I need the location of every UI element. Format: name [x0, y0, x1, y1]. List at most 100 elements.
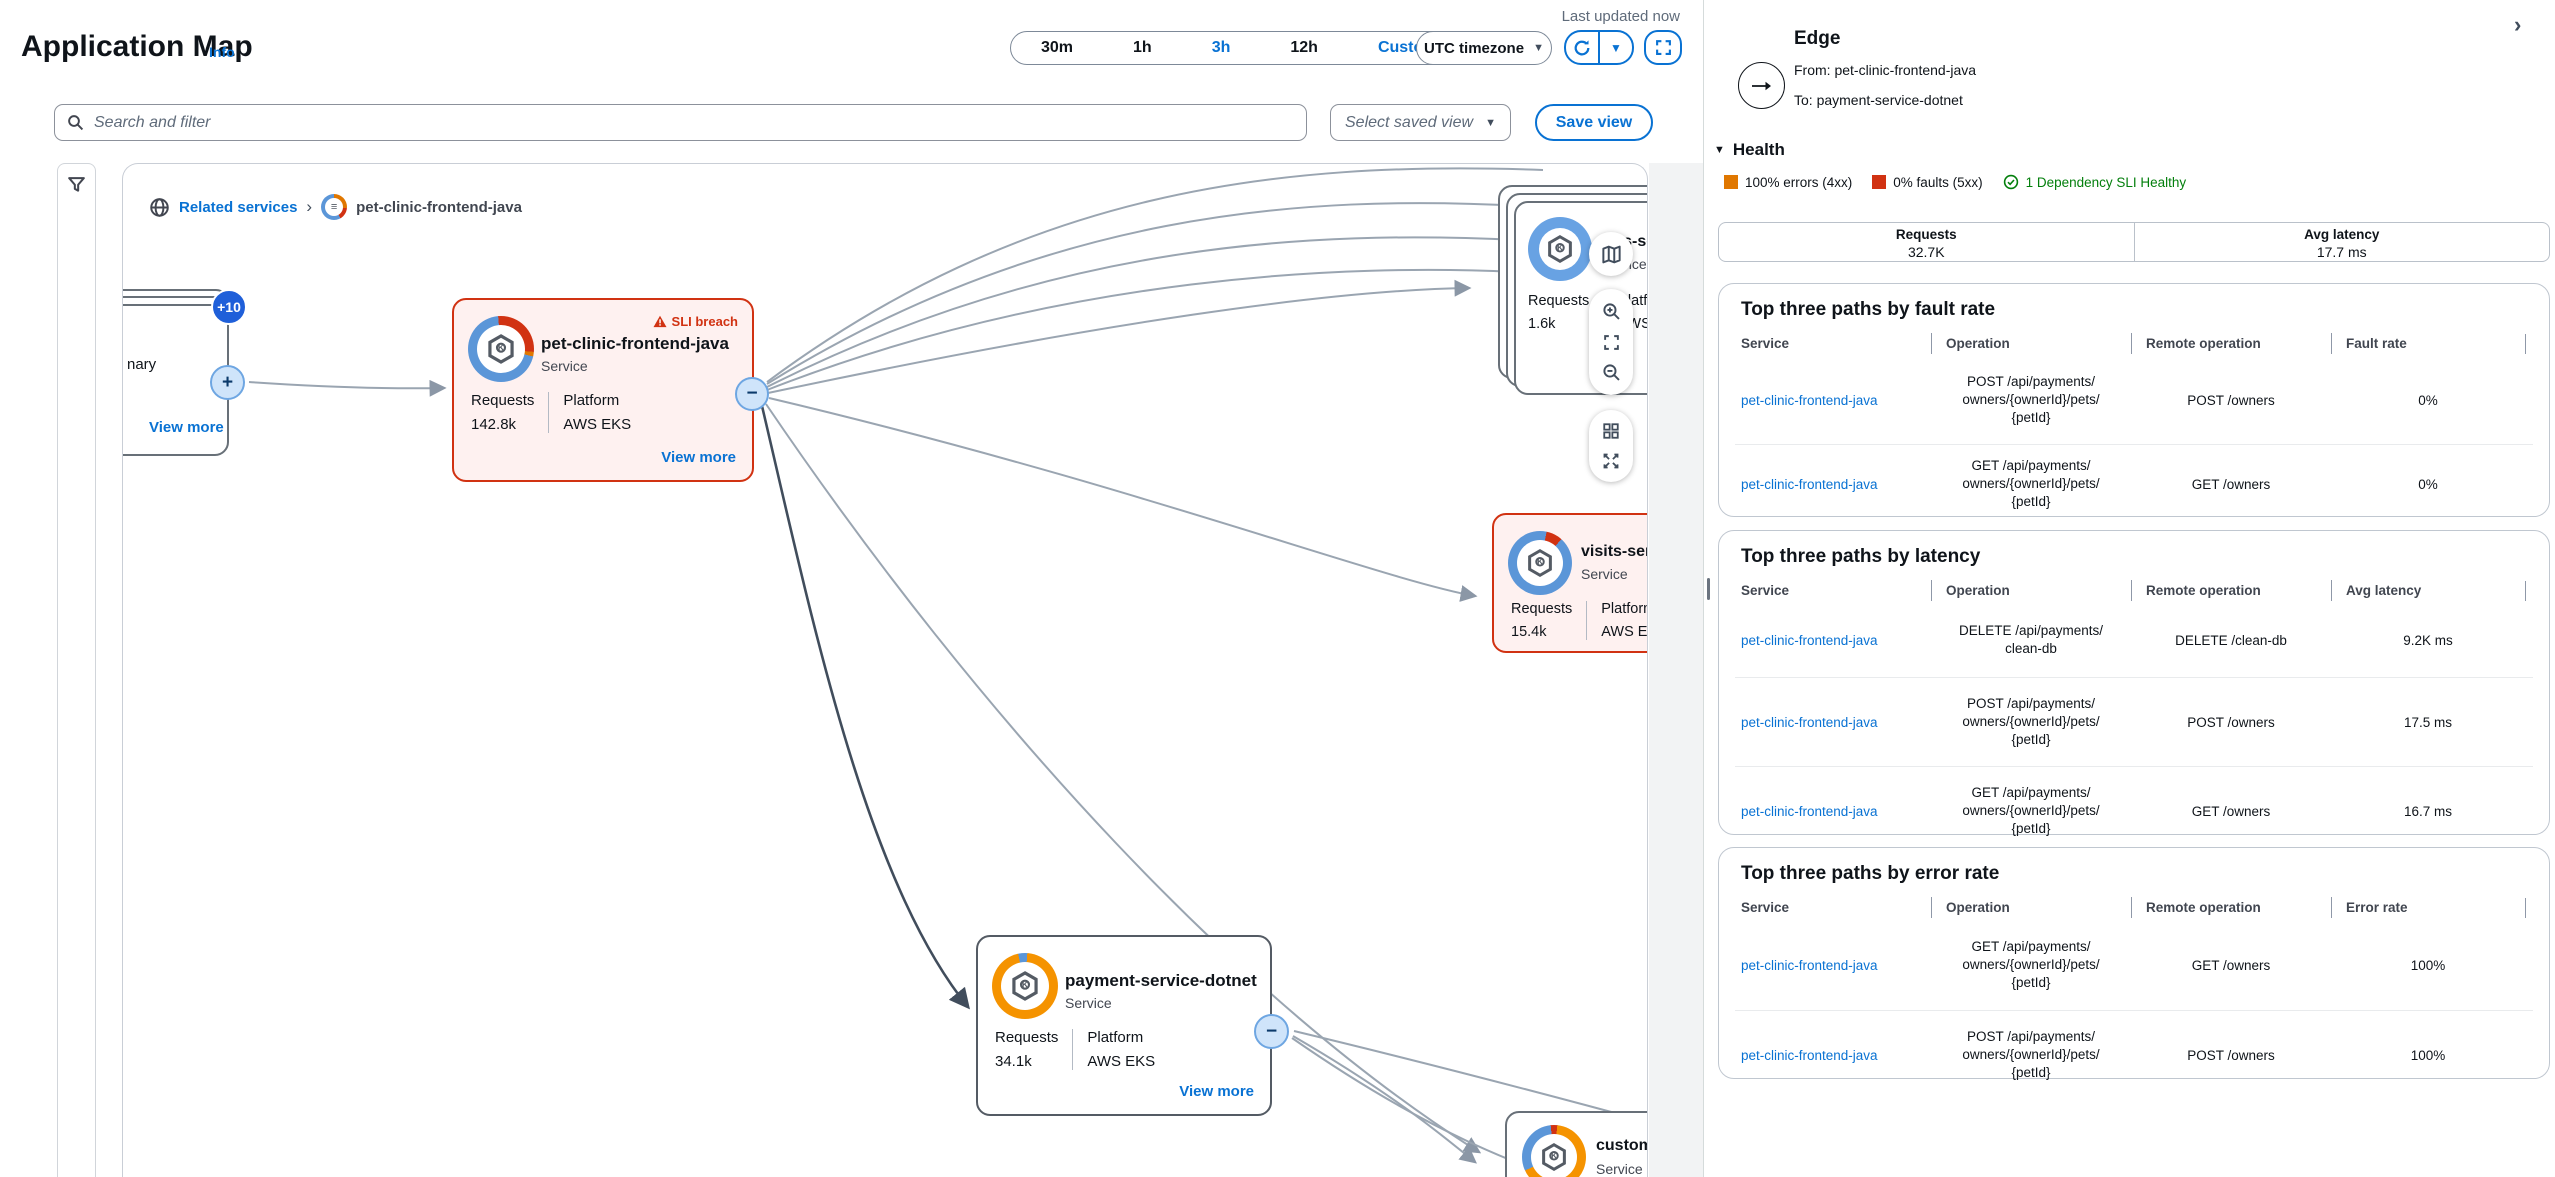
eks-icon: K: [1545, 234, 1575, 264]
health-title: Health: [1733, 140, 1785, 160]
svg-text:K: K: [498, 343, 505, 353]
save-view-button[interactable]: Save view: [1535, 104, 1653, 141]
svg-text:K: K: [1551, 1152, 1557, 1161]
header-trailing-divider: [2525, 581, 2535, 601]
breadcrumb-current: pet-clinic-frontend-java: [356, 199, 522, 216]
platform-label: Platform: [1087, 1029, 1155, 1046]
node-type: Service: [1065, 995, 1112, 1011]
breadcrumb-related-services[interactable]: Related services: [179, 199, 297, 216]
avg-latency-cell: 9.2K ms: [2331, 633, 2525, 648]
edge-details-panel: › Edge From: pet-clinic-frontend-java To…: [1703, 0, 2555, 1177]
platform-label: Platform: [563, 392, 631, 409]
requests-label: Requests: [995, 1029, 1058, 1046]
eks-icon: K: [1009, 970, 1041, 1002]
timezone-dropdown[interactable]: UTC timezone ▼: [1416, 31, 1552, 65]
service-link[interactable]: pet-clinic-frontend-java: [1735, 1048, 1931, 1063]
errors-legend-label: 100% errors (4xx): [1745, 175, 1852, 190]
service-donut-icon: ≡: [321, 194, 347, 220]
timezone-label: UTC timezone: [1424, 40, 1524, 57]
time-range-1h[interactable]: 1h: [1103, 32, 1182, 64]
last-updated-status: Last updated now: [1430, 8, 1680, 25]
requests-label: Requests: [1528, 293, 1589, 309]
table-header: Service Operation Remote operation Fault…: [1735, 333, 2533, 354]
canvas-panel-gap: [1649, 163, 1703, 1177]
service-link[interactable]: pet-clinic-frontend-java: [1735, 633, 1931, 648]
table-row: pet-clinic-frontend-java GET /api/paymen…: [1735, 920, 2533, 1010]
layers-glyph: ≡: [321, 194, 347, 220]
layout-toolbar: [1589, 410, 1633, 482]
saved-view-select[interactable]: Select saved view ▼: [1330, 104, 1511, 141]
zoom-out-icon: [1602, 363, 1621, 382]
refresh-split-button: ▼: [1564, 30, 1634, 65]
health-legend: 100% errors (4xx) 0% faults (5xx) 1 Depe…: [1724, 174, 2186, 190]
time-range-12h[interactable]: 12h: [1260, 32, 1348, 64]
table-header: Service Operation Remote operation Avg l…: [1735, 580, 2533, 601]
view-more-link[interactable]: View more: [1179, 1083, 1254, 1100]
health-section-toggle[interactable]: ▼ Health: [1714, 140, 1785, 160]
remote-operation-cell: POST /owners: [2131, 715, 2331, 730]
col-operation: Operation: [1931, 580, 2131, 601]
service-link[interactable]: pet-clinic-frontend-java: [1735, 393, 1931, 408]
search-icon: [67, 114, 84, 131]
remote-operation-cell: GET /owners: [2131, 958, 2331, 973]
requests-value: 34.1k: [995, 1053, 1058, 1070]
fullscreen-button[interactable]: [1644, 30, 1682, 65]
col-operation: Operation: [1931, 897, 2131, 918]
col-error-rate: Error rate: [2331, 897, 2525, 918]
group-partial-label: nary: [127, 356, 156, 373]
avg-latency-cell: 16.7 ms: [2331, 804, 2525, 819]
search-input[interactable]: Search and filter: [54, 104, 1307, 141]
header-trailing-divider: [2525, 898, 2535, 918]
grid-layout-button[interactable]: [1602, 422, 1620, 440]
error-rate-cell: 100%: [2331, 1048, 2525, 1063]
table-row: pet-clinic-frontend-java GET /api/paymen…: [1735, 445, 2533, 523]
svg-text:K: K: [1022, 980, 1029, 990]
breadcrumb: Related services › ≡ pet-clinic-frontend…: [149, 194, 522, 220]
node-title: custome: [1596, 1137, 1648, 1155]
expand-group-button[interactable]: +: [210, 365, 245, 400]
map-filter-rail[interactable]: [57, 163, 96, 1177]
expand-all-button[interactable]: [1602, 452, 1620, 470]
view-more-link[interactable]: View more: [149, 419, 224, 436]
view-more-link[interactable]: View more: [661, 449, 736, 466]
col-service: Service: [1735, 333, 1931, 354]
col-remote-operation: Remote operation: [2131, 580, 2331, 601]
errors-legend-item: 100% errors (4xx): [1724, 175, 1852, 190]
col-avg-latency: Avg latency: [2331, 580, 2525, 601]
refresh-options-button[interactable]: ▼: [1598, 32, 1632, 63]
node-payment-service-dotnet[interactable]: K payment-service-dotnet Service Request…: [976, 935, 1272, 1116]
edge-to: To: payment-service-dotnet: [1794, 92, 1963, 108]
zoom-out-button[interactable]: [1602, 363, 1621, 382]
node-customers-service[interactable]: K custome Service: [1505, 1111, 1648, 1177]
stats-divider: [1586, 601, 1587, 640]
sli-healthy-label: 1 Dependency SLI Healthy: [2026, 175, 2187, 190]
node-visits-service[interactable]: K visits-ser Service Requests15.4k Platf…: [1492, 513, 1648, 653]
breadcrumb-separator: ›: [306, 197, 312, 217]
service-link[interactable]: pet-clinic-frontend-java: [1735, 477, 1931, 492]
time-range-3h[interactable]: 3h: [1182, 32, 1261, 64]
service-link[interactable]: pet-clinic-frontend-java: [1735, 804, 1931, 819]
node-type: Service: [1596, 1161, 1643, 1177]
node-pet-clinic-frontend-java[interactable]: SLI breach K pet-clinic-frontend-java Se…: [452, 298, 754, 482]
service-link[interactable]: pet-clinic-frontend-java: [1735, 715, 1931, 730]
stats-divider: [548, 392, 549, 433]
application-map-canvas[interactable]: Related services › ≡ pet-clinic-frontend…: [122, 163, 1648, 1177]
info-link[interactable]: Info: [209, 44, 235, 60]
fault-rate-card: Top three paths by fault rate Service Op…: [1718, 283, 2550, 517]
service-link[interactable]: pet-clinic-frontend-java: [1735, 958, 1931, 973]
zoom-in-button[interactable]: [1602, 302, 1621, 321]
fit-view-button[interactable]: [1603, 334, 1620, 351]
panel-resize-handle[interactable]: [1707, 578, 1710, 600]
chevron-down-icon: ▼: [1714, 144, 1725, 156]
collapse-node-button[interactable]: −: [1254, 1014, 1289, 1049]
time-range-30m[interactable]: 30m: [1011, 32, 1103, 64]
refresh-button[interactable]: [1566, 32, 1598, 63]
table-header: Service Operation Remote operation Error…: [1735, 897, 2533, 918]
minimap-button[interactable]: [1601, 244, 1622, 265]
latency-card: Top three paths by latency Service Opera…: [1718, 530, 2550, 835]
collapse-node-button[interactable]: −: [735, 377, 769, 411]
col-fault-rate: Fault rate: [2331, 333, 2525, 354]
table-row: pet-clinic-frontend-java POST /api/payme…: [1735, 356, 2533, 444]
collapse-panel-button[interactable]: ›: [2514, 12, 2521, 38]
table-row: pet-clinic-frontend-java POST /api/payme…: [1735, 678, 2533, 766]
